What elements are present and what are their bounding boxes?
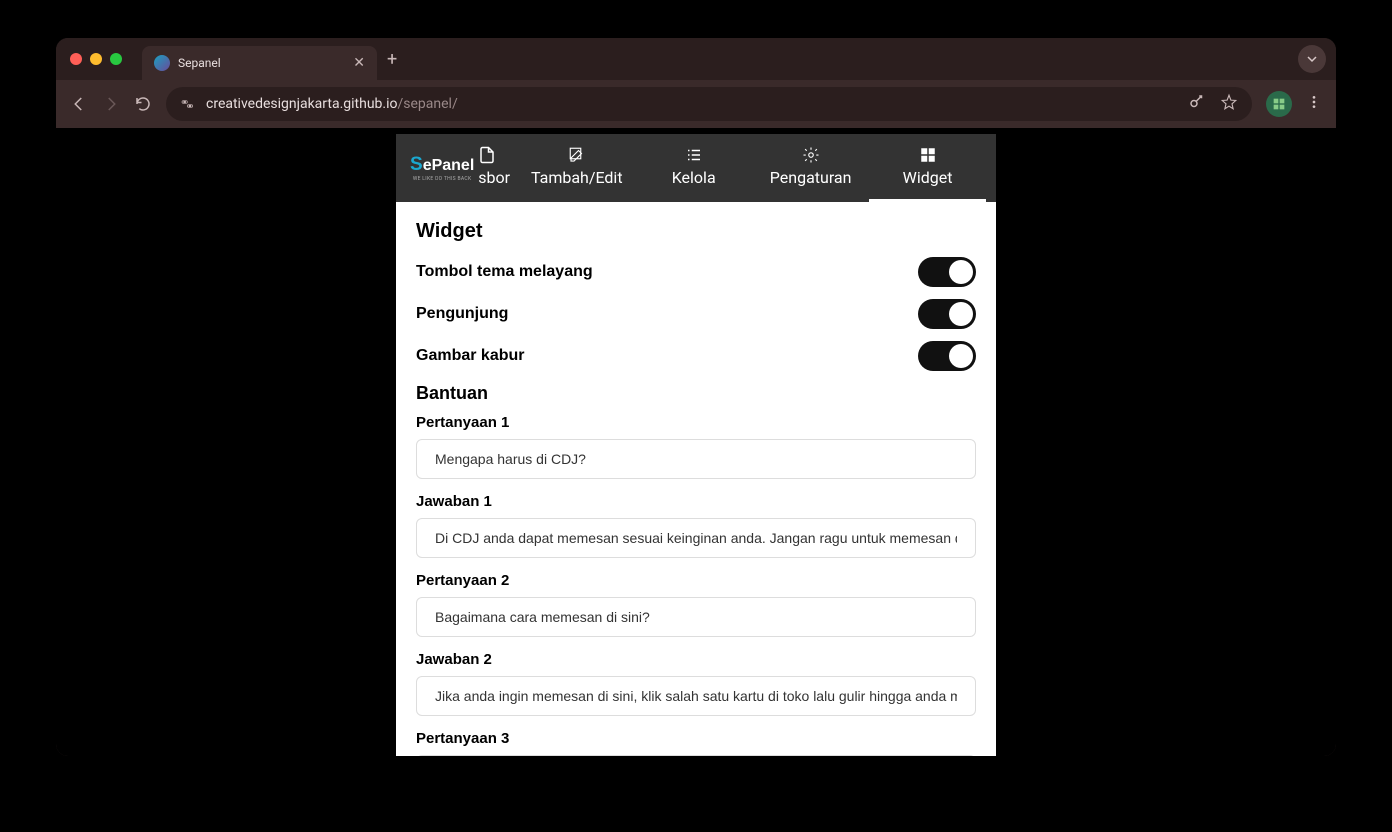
- toggle-blur[interactable]: [918, 341, 976, 371]
- browser-tab[interactable]: Sepanel ✕: [142, 46, 377, 80]
- app-nav: SePanel WE LIKE DO THIS BACK sbor Tambah…: [396, 134, 996, 202]
- q2-label: Pertanyaan 2: [416, 572, 976, 589]
- tab-pengaturan[interactable]: Pengaturan: [752, 134, 869, 202]
- tab-label: Tambah/Edit: [531, 168, 623, 187]
- gear-icon: [802, 146, 820, 164]
- toggle-row-blur: Gambar kabur: [416, 341, 976, 371]
- a1-label: Jawaban 1: [416, 493, 976, 510]
- tab-bar: Sepanel ✕ +: [56, 38, 1336, 80]
- toggle-row-theme: Tombol tema melayang: [416, 257, 976, 287]
- forward-button[interactable]: [102, 95, 120, 113]
- toggle-knob: [949, 344, 973, 368]
- a2-input[interactable]: [416, 676, 976, 716]
- toggle-knob: [949, 260, 973, 284]
- tab-label: sbor: [478, 168, 510, 187]
- reload-button[interactable]: [134, 95, 152, 113]
- tab-label: Kelola: [672, 168, 716, 187]
- favicon-icon: [154, 55, 170, 71]
- toggle-label: Gambar kabur: [416, 347, 524, 365]
- q1-label: Pertanyaan 1: [416, 414, 976, 431]
- toggle-label: Tombol tema melayang: [416, 263, 593, 281]
- window-controls: [70, 53, 122, 65]
- tab-label: Pengaturan: [770, 168, 852, 187]
- tab-tambah[interactable]: Tambah/Edit: [518, 134, 635, 202]
- profile-avatar[interactable]: [1266, 91, 1292, 117]
- browser-menu-button[interactable]: [1306, 94, 1322, 114]
- site-info-icon[interactable]: [180, 96, 196, 112]
- tab-dasbor[interactable]: sbor: [478, 134, 518, 202]
- app-panel: SePanel WE LIKE DO THIS BACK sbor Tambah…: [396, 134, 996, 756]
- url-text: creativedesignjakarta.github.io/sepanel/: [206, 96, 1178, 112]
- tab-kelola[interactable]: Kelola: [635, 134, 752, 202]
- window-maximize-button[interactable]: [110, 53, 122, 65]
- edit-icon: [568, 146, 586, 164]
- toggle-theme[interactable]: [918, 257, 976, 287]
- address-bar[interactable]: creativedesignjakarta.github.io/sepanel/: [166, 87, 1252, 121]
- toggle-knob: [949, 302, 973, 326]
- tab-close-icon[interactable]: ✕: [353, 55, 365, 71]
- q3-input[interactable]: [416, 755, 976, 756]
- content-area: Widget Tombol tema melayang Pengunjung G…: [396, 202, 996, 756]
- chevron-down-icon: [1306, 53, 1318, 65]
- reload-icon: [134, 95, 152, 113]
- viewport: SePanel WE LIKE DO THIS BACK sbor Tambah…: [56, 128, 1336, 756]
- toggle-visitor[interactable]: [918, 299, 976, 329]
- q3-label: Pertanyaan 3: [416, 730, 976, 747]
- new-tab-button[interactable]: +: [387, 49, 397, 70]
- list-icon: [685, 146, 703, 164]
- dots-vertical-icon: [1306, 94, 1322, 110]
- a1-input[interactable]: [416, 518, 976, 558]
- tab-title: Sepanel: [178, 56, 345, 70]
- dashboard-icon: [478, 146, 496, 164]
- window-minimize-button[interactable]: [90, 53, 102, 65]
- q2-input[interactable]: [416, 597, 976, 637]
- tab-label: Widget: [903, 168, 953, 187]
- window-close-button[interactable]: [70, 53, 82, 65]
- q1-input[interactable]: [416, 439, 976, 479]
- back-button[interactable]: [70, 95, 88, 113]
- arrow-left-icon: [70, 95, 88, 113]
- a2-label: Jawaban 2: [416, 651, 976, 668]
- url-toolbar: creativedesignjakarta.github.io/sepanel/: [56, 80, 1336, 128]
- tab-widget[interactable]: Widget: [869, 134, 986, 202]
- help-section-title: Bantuan: [416, 383, 976, 404]
- password-key-icon[interactable]: [1188, 93, 1206, 115]
- tabs-overflow-button[interactable]: [1298, 45, 1326, 73]
- browser-window: Sepanel ✕ + creativedesignjakarta.github…: [56, 38, 1336, 756]
- arrow-right-icon: [102, 95, 120, 113]
- toggle-label: Pengunjung: [416, 305, 508, 323]
- bookmark-star-icon[interactable]: [1220, 93, 1238, 115]
- toggle-row-visitor: Pengunjung: [416, 299, 976, 329]
- grid-icon: [919, 146, 937, 164]
- app-logo[interactable]: SePanel WE LIKE DO THIS BACK: [410, 134, 478, 202]
- widget-section-title: Widget: [416, 220, 976, 243]
